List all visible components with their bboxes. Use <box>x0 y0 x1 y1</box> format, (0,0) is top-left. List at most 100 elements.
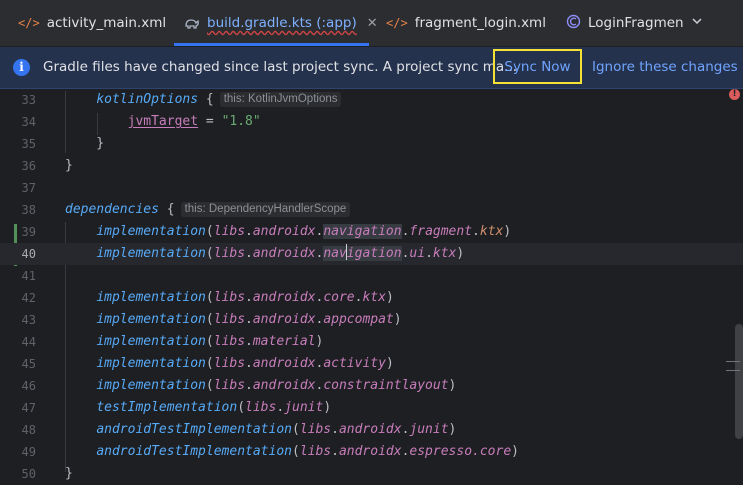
tab-fragment-login-xml[interactable]: </> fragment_login.xml <box>386 0 546 46</box>
xml-file-icon: </> <box>386 16 408 30</box>
code-token: libs <box>213 312 246 327</box>
tab-login-fragment[interactable]: LoginFragmen <box>566 0 684 46</box>
line-number: 34 <box>21 115 36 129</box>
code-line: 44 implementation(libs.material) <box>0 331 743 353</box>
line-number: 39 <box>21 225 36 239</box>
code-line: 45 implementation(libs.androidx.activity… <box>0 353 743 375</box>
line-number: 33 <box>21 93 36 107</box>
code-token: kotlinOptions <box>96 92 199 107</box>
code-token: espresso.core <box>409 444 512 459</box>
line-number: 43 <box>21 313 36 327</box>
chevron-down-icon[interactable] <box>690 14 704 28</box>
code-token: core <box>323 290 355 305</box>
code-token: dependencies <box>65 202 159 217</box>
sync-now-button[interactable]: Sync Now <box>493 49 582 84</box>
line-number: 35 <box>21 137 36 151</box>
code-token: junit <box>284 400 324 415</box>
code-token: implementation <box>96 378 206 393</box>
code-token: appcompat <box>323 312 394 327</box>
code-token: androidx <box>252 246 316 261</box>
active-tab-indicator <box>174 43 369 46</box>
code-token: implementation <box>96 224 206 239</box>
tab-label: activity_main.xml <box>46 15 167 31</box>
code-line: 36 } <box>0 155 743 177</box>
code-editor[interactable]: ! 33 kotlinOptions {this: KotlinJvmOptio… <box>0 89 743 485</box>
code-token: libs <box>213 356 246 371</box>
code-token: ktx <box>362 290 386 305</box>
code-token: androidx <box>252 290 316 305</box>
code-token: nav <box>323 246 347 261</box>
code-line: 47 testImplementation(libs.junit) <box>0 397 743 419</box>
code-token: androidTestImplementation <box>96 422 292 437</box>
line-number: 38 <box>21 203 36 217</box>
xml-file-icon: </> <box>18 16 40 30</box>
code-line: 38 dependencies {this: DependencyHandler… <box>0 199 743 221</box>
code-token: implementation <box>96 312 206 327</box>
code-line: 46 implementation(libs.androidx.constrai… <box>0 375 743 397</box>
code-token: libs <box>213 290 246 305</box>
code-line: 39 implementation(libs.androidx.navigati… <box>0 221 743 243</box>
code-token: "1.8" <box>221 114 261 129</box>
code-token: igation <box>346 246 402 261</box>
code-line: 43 implementation(libs.androidx.appcompa… <box>0 309 743 331</box>
code-line-current: 40 implementation(libs.androidx.navigati… <box>0 243 743 265</box>
code-token: implementation <box>96 246 206 261</box>
line-number: 47 <box>21 401 36 415</box>
code-line: 42 implementation(libs.androidx.core.ktx… <box>0 287 743 309</box>
sync-notification-bar: i Gradle files have changed since last p… <box>0 47 743 89</box>
code-token: fragment <box>409 224 473 239</box>
code-token: androidx <box>252 356 316 371</box>
line-number: 41 <box>21 269 36 283</box>
code-token: androidTestImplementation <box>96 444 292 459</box>
code-token: constraintlayout <box>323 378 449 393</box>
code-token: implementation <box>96 290 206 305</box>
code-token: navigation <box>323 224 402 239</box>
kotlin-class-icon <box>566 14 581 32</box>
code-token: libs <box>299 444 332 459</box>
code-token: libs <box>213 334 246 349</box>
code-token: libs <box>213 378 246 393</box>
line-number: 40 <box>21 247 36 261</box>
code-line: 33 kotlinOptions {this: KotlinJvmOptions <box>0 89 743 111</box>
code-token: androidx <box>252 224 316 239</box>
editor-tab-bar: </> activity_main.xml build.gradle.kts (… <box>0 0 743 47</box>
code-token: libs <box>213 246 246 261</box>
code-token: androidx <box>252 378 316 393</box>
line-number: 37 <box>21 181 36 195</box>
line-number: 46 <box>21 379 36 393</box>
ignore-changes-link[interactable]: Ignore these changes <box>592 59 738 75</box>
code-line: 49 androidTestImplementation(libs.androi… <box>0 441 743 463</box>
code-token: = <box>205 114 214 129</box>
code-line: 37 <box>0 177 743 199</box>
code-token: material <box>252 334 316 349</box>
tab-activity-main-xml[interactable]: </> activity_main.xml <box>18 0 166 46</box>
code-token: junit <box>409 422 449 437</box>
tab-label: LoginFragmen <box>588 15 684 31</box>
close-tab-icon[interactable]: ✕ <box>367 16 378 31</box>
code-token: activity <box>323 356 386 371</box>
line-number: 42 <box>21 291 36 305</box>
code-token: jvmTarget <box>127 114 199 129</box>
code-line: 34 jvmTarget = "1.8" <box>0 111 743 133</box>
code-token: androidx <box>252 312 316 327</box>
code-token: ktx <box>432 246 457 261</box>
code-line: 41 <box>0 265 743 287</box>
tab-label: fragment_login.xml <box>414 15 546 31</box>
tab-label: build.gradle.kts (:app) <box>207 15 357 31</box>
code-token: implementation <box>96 334 206 349</box>
tab-build-gradle-kts[interactable]: build.gradle.kts (:app) ✕ <box>184 0 378 46</box>
line-number: 49 <box>21 445 36 459</box>
code-token: androidx <box>338 422 402 437</box>
line-number: 36 <box>21 159 36 173</box>
type-hint: this: KotlinJvmOptions <box>219 92 342 107</box>
code-token: ktx <box>479 224 504 239</box>
line-number: 48 <box>21 423 36 437</box>
code-token: libs <box>299 422 332 437</box>
code-line: 48 androidTestImplementation(libs.androi… <box>0 419 743 441</box>
code-line: 50 } <box>0 463 743 485</box>
code-token: libs <box>245 400 277 415</box>
code-token: androidx <box>338 444 402 459</box>
type-hint: this: DependencyHandlerScope <box>180 202 351 217</box>
gradle-file-icon <box>184 15 200 32</box>
code-token: testImplementation <box>96 400 238 415</box>
